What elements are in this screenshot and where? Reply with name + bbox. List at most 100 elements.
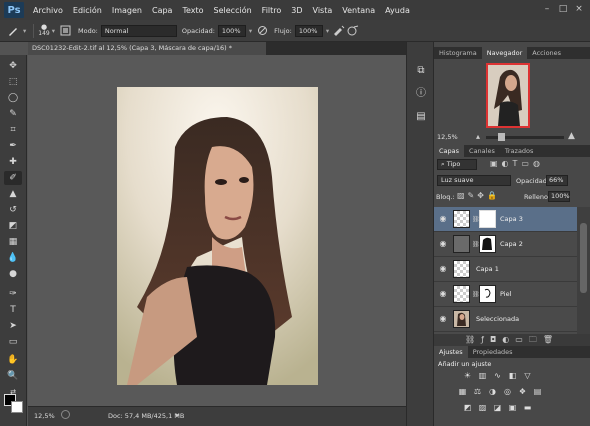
- info-panel-icon[interactable]: ⓘ: [414, 87, 428, 101]
- lasso-tool-icon[interactable]: ◯: [4, 91, 22, 105]
- visibility-eye-icon[interactable]: ◉: [438, 314, 448, 324]
- zoom-out-icon[interactable]: ▴: [476, 132, 480, 141]
- menu-filtro[interactable]: Filtro: [257, 6, 287, 15]
- black-white-icon[interactable]: ◑: [487, 387, 498, 397]
- layer-row-capa-2[interactable]: ◉ ⛓ Capa 2: [434, 232, 577, 257]
- navigator-zoom[interactable]: 12,5%: [437, 133, 458, 141]
- history-brush-tool-icon[interactable]: ↺: [4, 203, 22, 217]
- threshold-icon[interactable]: ◪: [492, 403, 503, 413]
- blend-mode-select[interactable]: Luz suave: [437, 175, 511, 186]
- layer-mask-thumbnail[interactable]: [479, 285, 496, 303]
- menu-archivo[interactable]: Archivo: [28, 6, 68, 15]
- document-tab[interactable]: DSC01232-Edit-2.tif al 12,5% (Capa 3, Má…: [28, 42, 266, 55]
- pressure-opacity-icon[interactable]: [255, 24, 269, 38]
- opacity-field[interactable]: 100%: [217, 24, 246, 37]
- pressure-size-icon[interactable]: [346, 24, 360, 38]
- tab-navegador[interactable]: Navegador: [481, 47, 528, 59]
- menu-edicion[interactable]: Edición: [68, 6, 107, 15]
- background-color-swatch[interactable]: [11, 401, 23, 413]
- tab-acciones[interactable]: Acciones: [527, 47, 566, 59]
- exposure-icon[interactable]: ◧: [507, 371, 518, 381]
- gradient-map-icon[interactable]: ▬: [522, 403, 533, 413]
- layers-scrollbar-thumb[interactable]: [580, 223, 587, 293]
- clone-stamp-tool-icon[interactable]: ▲: [4, 187, 22, 201]
- blur-tool-icon[interactable]: 💧: [4, 251, 22, 265]
- selective-color-icon[interactable]: ▣: [507, 403, 518, 413]
- visibility-eye-icon[interactable]: ◉: [438, 264, 448, 274]
- layer-row-seleccionada[interactable]: ◉ Seleccionada: [434, 307, 577, 332]
- pen-tool-icon[interactable]: ✑: [4, 287, 22, 301]
- tab-capas[interactable]: Capas: [434, 145, 465, 157]
- healing-brush-tool-icon[interactable]: ✚: [4, 155, 22, 169]
- path-selection-tool-icon[interactable]: ➤: [4, 319, 22, 333]
- brush-tool-icon[interactable]: ✐: [4, 171, 22, 185]
- eraser-tool-icon[interactable]: ◩: [4, 219, 22, 233]
- mode-select[interactable]: Normal: [100, 24, 177, 37]
- menu-seleccion[interactable]: Selección: [209, 6, 257, 15]
- levels-icon[interactable]: ▥: [477, 371, 488, 381]
- menu-imagen[interactable]: Imagen: [107, 6, 147, 15]
- dodge-tool-icon[interactable]: ●: [4, 267, 22, 281]
- close-button[interactable]: ×: [572, 4, 586, 15]
- zoom-in-icon[interactable]: ▲: [568, 131, 575, 141]
- menu-vista[interactable]: Vista: [308, 6, 338, 15]
- brush-tool-icon[interactable]: [6, 24, 20, 38]
- curves-icon[interactable]: ∿: [492, 371, 503, 381]
- flow-field[interactable]: 100%: [294, 24, 323, 37]
- marquee-tool-icon[interactable]: ⬚: [4, 75, 22, 89]
- maximize-button[interactable]: □: [556, 4, 570, 15]
- menu-capa[interactable]: Capa: [147, 6, 177, 15]
- layer-mask-thumbnail[interactable]: [479, 235, 496, 253]
- minimize-button[interactable]: –: [540, 4, 554, 15]
- shape-tool-icon[interactable]: ▭: [4, 335, 22, 349]
- menu-3d[interactable]: 3D: [286, 6, 307, 15]
- tab-propiedades[interactable]: Propiedades: [468, 346, 518, 358]
- fill-field[interactable]: 100%: [548, 191, 570, 202]
- layer-opacity-field[interactable]: 66%: [546, 175, 568, 186]
- gradient-tool-icon[interactable]: ▦: [4, 235, 22, 249]
- move-tool-icon[interactable]: ✥: [4, 59, 22, 73]
- quick-selection-tool-icon[interactable]: ✎: [4, 107, 22, 121]
- visibility-eye-icon[interactable]: ◉: [438, 289, 448, 299]
- tab-trazados[interactable]: Trazados: [500, 145, 539, 157]
- navigator-slider-handle[interactable]: [498, 133, 505, 141]
- brush-panel-icon[interactable]: [59, 24, 73, 38]
- color-lookup-icon[interactable]: ▤: [532, 387, 543, 397]
- photo-filter-icon[interactable]: ◎: [502, 387, 513, 397]
- layer-filter-select[interactable]: ⌕ Tipo: [437, 159, 477, 170]
- vibrance-icon[interactable]: ▽: [522, 371, 533, 381]
- layers-footer-icons[interactable]: ⛓ƒ◘◐▭🗀🗑: [434, 334, 590, 346]
- menu-ayuda[interactable]: Ayuda: [380, 6, 415, 15]
- tab-histograma[interactable]: Histograma: [434, 47, 482, 59]
- menu-ventana[interactable]: Ventana: [337, 6, 380, 15]
- tab-ajustes[interactable]: Ajustes: [434, 346, 468, 358]
- document-image[interactable]: [117, 87, 318, 385]
- tab-canales[interactable]: Canales: [464, 145, 500, 157]
- layer-row-piel[interactable]: ◉ ⛓ Piel: [434, 282, 577, 307]
- zoom-level[interactable]: 12,5%: [34, 412, 55, 420]
- status-menu-arrow-icon[interactable]: ▸: [176, 411, 180, 419]
- history-panel-icon[interactable]: ⧉: [414, 64, 428, 78]
- crop-tool-icon[interactable]: ⌗: [4, 123, 22, 137]
- brightness-icon[interactable]: ☀: [462, 371, 473, 381]
- navigator-thumbnail[interactable]: [486, 63, 530, 128]
- status-info-icon[interactable]: [61, 410, 70, 419]
- channel-mixer-icon[interactable]: ❖: [517, 387, 528, 397]
- visibility-eye-icon[interactable]: ◉: [438, 239, 448, 249]
- menu-texto[interactable]: Texto: [177, 6, 208, 15]
- hue-saturation-icon[interactable]: ▦: [457, 387, 468, 397]
- zoom-tool-icon[interactable]: 🔍: [4, 369, 22, 383]
- layers-scrollbar[interactable]: [577, 207, 590, 334]
- visibility-eye-icon[interactable]: ◉: [438, 214, 448, 224]
- posterize-icon[interactable]: ▨: [477, 403, 488, 413]
- color-balance-icon[interactable]: ⚖: [472, 387, 483, 397]
- layer-row-capa-1[interactable]: ◉ Capa 1: [434, 257, 577, 282]
- layer-row-capa-3[interactable]: ◉ ⛓ Capa 3: [434, 207, 577, 232]
- invert-icon[interactable]: ◩: [462, 403, 473, 413]
- layer-filter-icons[interactable]: ▣◐T▭◍: [490, 159, 544, 168]
- type-tool-icon[interactable]: T: [4, 303, 22, 317]
- hand-tool-icon[interactable]: ✋: [4, 353, 22, 367]
- eyedropper-tool-icon[interactable]: ✒: [4, 139, 22, 153]
- properties-panel-icon[interactable]: ▤: [414, 110, 428, 124]
- lock-icons[interactable]: ▨✎✥🔒: [457, 191, 500, 200]
